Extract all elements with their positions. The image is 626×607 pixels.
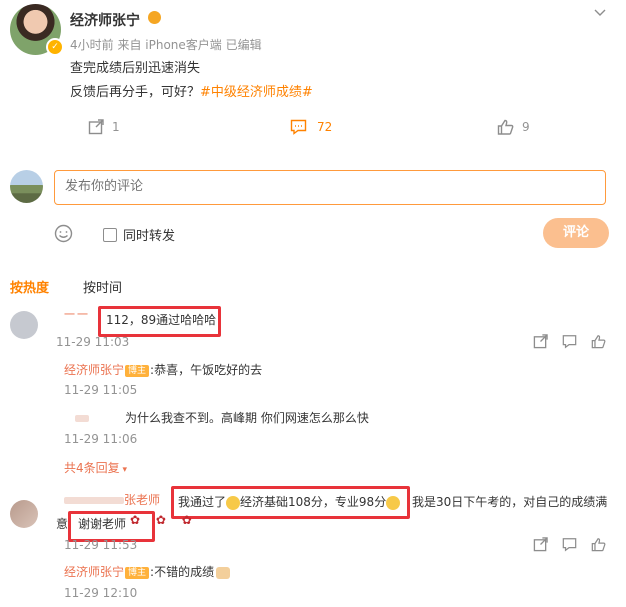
repost-button[interactable]: 1 — [88, 119, 120, 135]
more-replies-label: 共4条回复 — [64, 461, 120, 475]
repost-icon[interactable] — [533, 334, 548, 349]
laugh-emoji-icon — [386, 495, 401, 510]
checkbox-icon — [103, 227, 117, 242]
chevron-down-icon: ▾ — [119, 465, 128, 475]
reply-time: 11-29 11:06 — [64, 432, 138, 446]
commenter-name-block: 张老师 — [64, 491, 160, 508]
comment-text-e: 谢谢老师 — [78, 517, 127, 531]
blogger-badge: 博主 — [125, 566, 150, 579]
commenter-name-blur — [64, 497, 124, 504]
blogger-badge: 博主 — [125, 364, 150, 377]
repost-icon[interactable] — [533, 537, 548, 552]
like-count: 9 — [522, 120, 530, 134]
reply-text: :恭喜，午饭吃好的去 — [150, 363, 263, 377]
reply-text: :不错的成绩 — [150, 565, 215, 579]
more-replies-link[interactable]: 共4条回复 ▾ — [64, 459, 127, 476]
thumbs-up-icon — [497, 119, 514, 135]
reply-author-name[interactable]: 经济师张宁 — [64, 565, 124, 579]
commenter-avatar[interactable] — [10, 500, 38, 528]
reply-item: 经济师张宁 博主:恭喜，午饭吃好的去 — [64, 361, 262, 378]
thumbs-up-icon[interactable] — [591, 334, 606, 349]
comment-text: 我通过了 经济基础108分，专业98分 — [178, 493, 401, 510]
verified-badge-icon: ✓ — [46, 38, 64, 56]
reply-item: 为什么我查不到。高峰期 你们网速怎么那么快 — [75, 409, 369, 426]
thumbs-up-icon[interactable] — [591, 537, 606, 552]
tab-sort-hot[interactable]: 按热度 — [10, 277, 49, 296]
comment-text-wrap: 意 — [56, 517, 69, 531]
comment-icon[interactable] — [562, 334, 577, 349]
repost-checkbox[interactable]: 同时转发 — [103, 225, 175, 244]
commenter-avatar[interactable] — [10, 311, 38, 339]
reply-time: 11-29 11:05 — [64, 383, 138, 397]
post-meta: 4小时前 来自 iPhone客户端 已编辑 — [70, 38, 262, 52]
tab-sort-time[interactable]: 按时间 — [83, 277, 122, 296]
comment-count: 72 — [317, 120, 333, 134]
comment-button[interactable]: 72 — [290, 119, 332, 135]
reply-author-name[interactable]: 经济师张宁 — [64, 363, 124, 377]
reply-time: 11-29 12:10 — [64, 586, 138, 600]
comment-time: 11-29 11:03 — [56, 335, 130, 349]
clap-emoji-icon — [216, 566, 231, 579]
chevron-down-icon[interactable] — [594, 4, 606, 16]
repost-count: 1 — [112, 120, 120, 134]
rose-emoji-icons: ✿ ✿ ✿ — [130, 513, 198, 527]
commenter-name[interactable]: 张老师 — [124, 493, 160, 507]
comment-icon[interactable] — [562, 537, 577, 552]
repost-checkbox-label: 同时转发 — [123, 229, 176, 244]
comment-thanks: 谢谢老师 — [78, 515, 126, 532]
post-text-line2-main: 反馈后再分手，可好？ — [70, 85, 201, 100]
post-text-line2: 反馈后再分手，可好？#中级经济师成绩# — [70, 81, 313, 100]
comment-time: 11-29 11:53 — [64, 538, 138, 552]
post-hashtag[interactable]: #中级经济师成绩# — [200, 85, 313, 100]
post-text-line1: 查完成绩后别迅速消失 — [70, 61, 201, 76]
current-user-avatar — [10, 170, 43, 203]
emoji-icon — [148, 11, 161, 24]
post-author-name[interactable]: 经济师张宁 — [70, 10, 140, 30]
comment-input[interactable] — [55, 171, 595, 202]
comment-text: 112，89通过哈哈哈 — [106, 313, 217, 327]
grin-emoji-icon — [226, 495, 241, 510]
comment-icon — [290, 119, 307, 135]
comment-text-b: 经济基础108分，专业98分 — [240, 495, 387, 509]
like-button[interactable]: 9 — [497, 119, 530, 135]
comment-text-a: 我通过了 — [178, 495, 227, 509]
reply-text: 为什么我查不到。高峰期 你们网速怎么那么快 — [125, 411, 369, 425]
repost-icon — [88, 119, 104, 135]
reply-author-name[interactable] — [75, 415, 89, 422]
comment-actions — [533, 334, 606, 349]
comment-actions — [533, 537, 606, 552]
emoji-picker-icon[interactable] — [54, 224, 73, 247]
comment-input-box[interactable] — [54, 170, 606, 205]
reply-item: 经济师张宁 博主:不错的成绩 — [64, 563, 231, 580]
submit-comment-button[interactable]: 评论 — [543, 218, 609, 248]
commenter-name[interactable]: 一一 — [64, 306, 90, 322]
comment-text-continued: 我是30日下午考的，对自己的成绩满 — [412, 495, 608, 509]
